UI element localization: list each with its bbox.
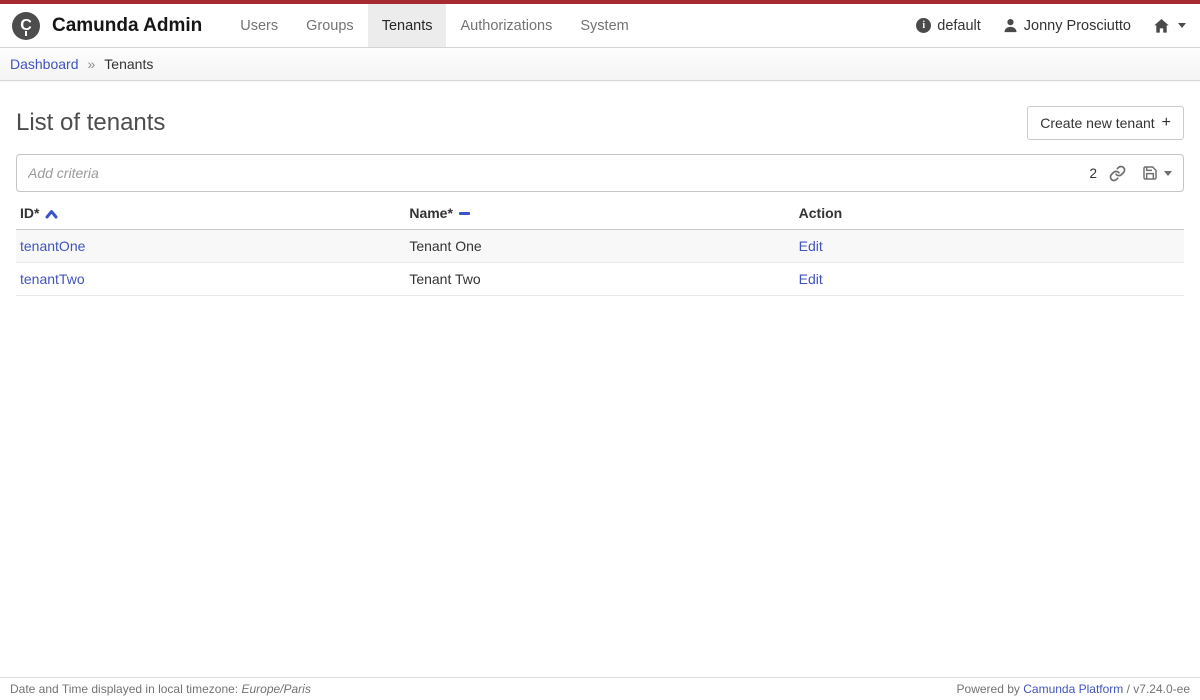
create-new-tenant-button[interactable]: Create new tenant +	[1027, 106, 1184, 140]
main-nav: Users Groups Tenants Authorizations Syst…	[226, 4, 642, 47]
user-menu[interactable]: Jonny Prosciutto	[1003, 18, 1131, 34]
table-header-row: ID* Name* Action	[16, 198, 1184, 230]
create-button-label: Create new tenant	[1040, 115, 1154, 131]
tenant-name: Tenant One	[409, 238, 481, 254]
column-header-name[interactable]: Name*	[405, 198, 794, 230]
breadcrumb-dashboard-link[interactable]: Dashboard	[10, 56, 79, 72]
footer: Date and Time displayed in local timezon…	[0, 677, 1200, 700]
tenant-name: Tenant Two	[409, 271, 480, 287]
nav-item-groups[interactable]: Groups	[292, 4, 368, 47]
link-icon	[1109, 165, 1126, 182]
search-criteria-bar: 2	[16, 154, 1184, 192]
sort-ascending-icon	[45, 209, 58, 219]
table-row: tenantOne Tenant One Edit	[16, 230, 1184, 263]
nav-item-users[interactable]: Users	[226, 4, 292, 47]
save-icon	[1142, 165, 1158, 181]
result-count: 2	[1089, 166, 1097, 181]
camunda-platform-link[interactable]: Camunda Platform	[1023, 682, 1123, 696]
page-title: List of tenants	[16, 109, 165, 137]
version-info: Powered by Camunda Platform / v7.24.0-ee	[957, 682, 1190, 696]
info-icon: i	[916, 18, 931, 33]
edit-tenant-link[interactable]: Edit	[799, 238, 823, 254]
powered-by-label: Powered by	[957, 682, 1024, 696]
user-name: Jonny Prosciutto	[1024, 18, 1131, 34]
breadcrumb-current-page: Tenants	[104, 56, 153, 72]
sort-none-icon	[459, 212, 470, 215]
app-title: Camunda Admin	[52, 4, 202, 47]
save-search-dropdown[interactable]	[1142, 165, 1172, 181]
breadcrumb-separator: »	[88, 56, 96, 72]
home-icon	[1153, 18, 1170, 34]
column-header-id[interactable]: ID*	[16, 198, 405, 230]
timezone-value: Europe/Paris	[241, 682, 310, 696]
apps-home-menu[interactable]	[1153, 18, 1186, 34]
nav-item-system[interactable]: System	[566, 4, 642, 47]
search-input[interactable]	[28, 165, 1089, 181]
table-row: tenantTwo Tenant Two Edit	[16, 263, 1184, 296]
engine-name: default	[937, 18, 981, 34]
camunda-logo-icon: C	[12, 12, 40, 40]
engine-selector[interactable]: i default	[916, 18, 981, 34]
timezone-info: Date and Time displayed in local timezon…	[10, 682, 311, 696]
user-icon	[1003, 18, 1018, 33]
copy-link-button[interactable]	[1109, 165, 1126, 182]
tenants-table: ID* Name* Action tenantOne Tenant One Ed…	[16, 198, 1184, 296]
top-navbar: C Camunda Admin Users Groups Tenants Aut…	[0, 4, 1200, 48]
nav-item-authorizations[interactable]: Authorizations	[446, 4, 566, 47]
chevron-down-icon	[1164, 171, 1172, 176]
edit-tenant-link[interactable]: Edit	[799, 271, 823, 287]
page-header: List of tenants Create new tenant +	[16, 105, 1184, 141]
navbar-right: i default Jonny Prosciutto	[916, 4, 1186, 47]
timezone-label: Date and Time displayed in local timezon…	[10, 682, 241, 696]
navbar-left: C Camunda Admin Users Groups Tenants Aut…	[12, 4, 643, 47]
breadcrumb: Dashboard » Tenants	[0, 48, 1200, 81]
tenant-id-link[interactable]: tenantTwo	[20, 271, 85, 287]
column-header-action: Action	[795, 198, 1184, 230]
plus-icon: +	[1162, 117, 1171, 129]
tenant-id-link[interactable]: tenantOne	[20, 238, 85, 254]
chevron-down-icon	[1178, 23, 1186, 28]
nav-item-tenants[interactable]: Tenants	[368, 4, 447, 47]
version-label: / v7.24.0-ee	[1123, 682, 1190, 696]
content-area: List of tenants Create new tenant + 2	[0, 105, 1200, 296]
